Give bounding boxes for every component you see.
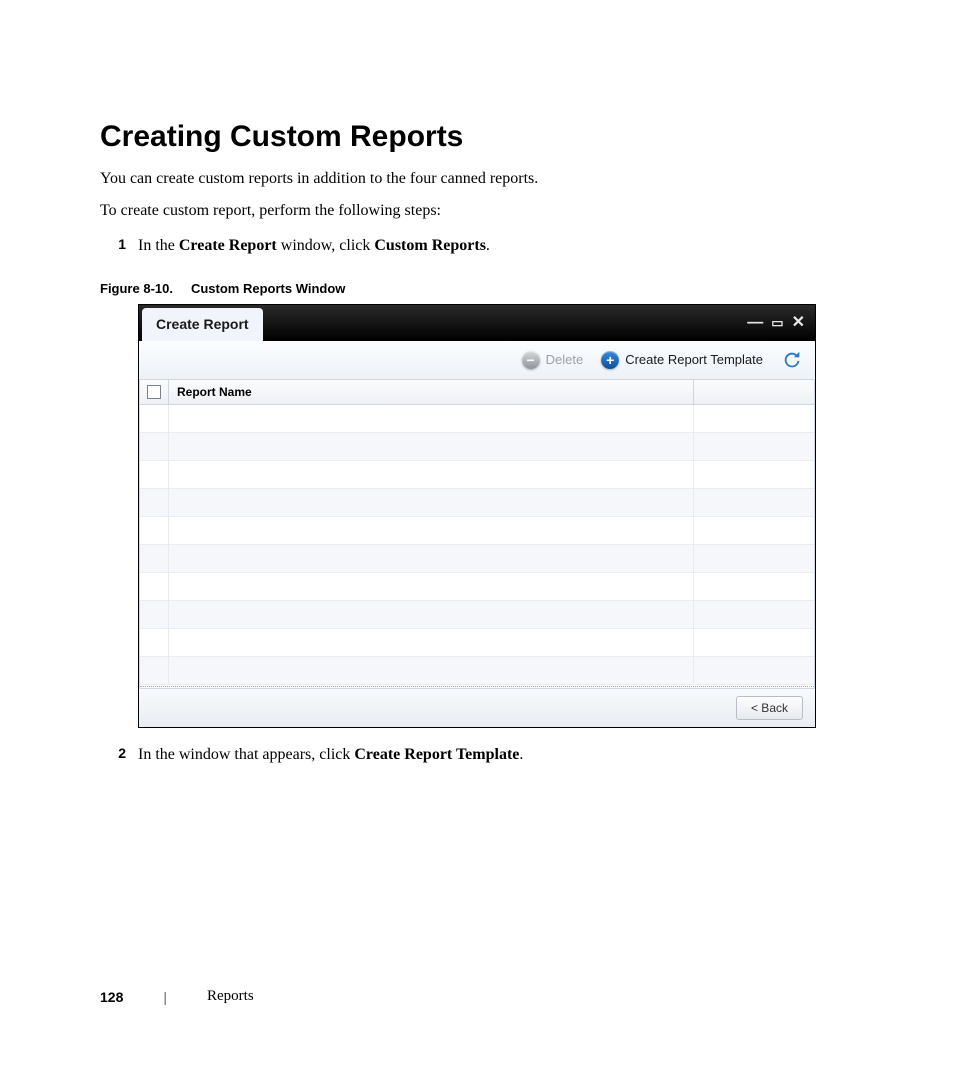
window-footer: < Back (139, 688, 815, 727)
back-button[interactable]: < Back (736, 696, 803, 720)
grid-rows (140, 405, 814, 685)
section-name: Reports (207, 988, 254, 1005)
table-row (140, 573, 814, 601)
window-titlebar: Create Report — ▭ ✕ (139, 305, 815, 341)
delete-button[interactable]: − Delete (522, 351, 584, 369)
step-1: 1 In the Create Report window, click Cus… (100, 233, 854, 259)
step-text: In the window that appears, click Create… (138, 742, 523, 768)
table-row (140, 461, 814, 489)
table-row (140, 545, 814, 573)
close-icon[interactable]: ✕ (792, 315, 805, 331)
table-row (140, 657, 814, 685)
table-row (140, 629, 814, 657)
minus-icon: − (522, 351, 540, 369)
step-number: 1 (100, 233, 138, 259)
intro-text-2: To create custom report, perform the fol… (100, 198, 854, 224)
table-row (140, 601, 814, 629)
refresh-icon[interactable] (781, 349, 803, 371)
minimize-icon[interactable]: — (747, 315, 763, 331)
column-report-name[interactable]: Report Name (169, 380, 694, 404)
step-text: In the Create Report window, click Custo… (138, 233, 490, 259)
create-report-template-button[interactable]: + Create Report Template (601, 351, 763, 369)
table-row (140, 405, 814, 433)
footer-divider: | (163, 989, 167, 1005)
window-title: Create Report (142, 308, 263, 341)
maximize-icon[interactable]: ▭ (771, 316, 783, 329)
figure-caption: Figure 8-10.Custom Reports Window (100, 281, 854, 296)
table-row (140, 489, 814, 517)
select-all-checkbox[interactable] (140, 380, 169, 404)
page-footer: 128 | Reports (100, 988, 254, 1005)
intro-text-1: You can create custom reports in additio… (100, 166, 854, 192)
toolbar: − Delete + Create Report Template (139, 341, 815, 380)
step-number: 2 (100, 742, 138, 768)
page-heading: Creating Custom Reports (100, 120, 854, 154)
table-row (140, 517, 814, 545)
custom-reports-window: Create Report — ▭ ✕ − Delete + Create Re… (138, 304, 816, 728)
report-grid: Report Name (139, 380, 815, 688)
grid-header: Report Name (140, 380, 814, 405)
plus-icon: + (601, 351, 619, 369)
page-number: 128 (100, 989, 123, 1005)
step-2: 2 In the window that appears, click Crea… (100, 742, 854, 768)
table-row (140, 433, 814, 461)
